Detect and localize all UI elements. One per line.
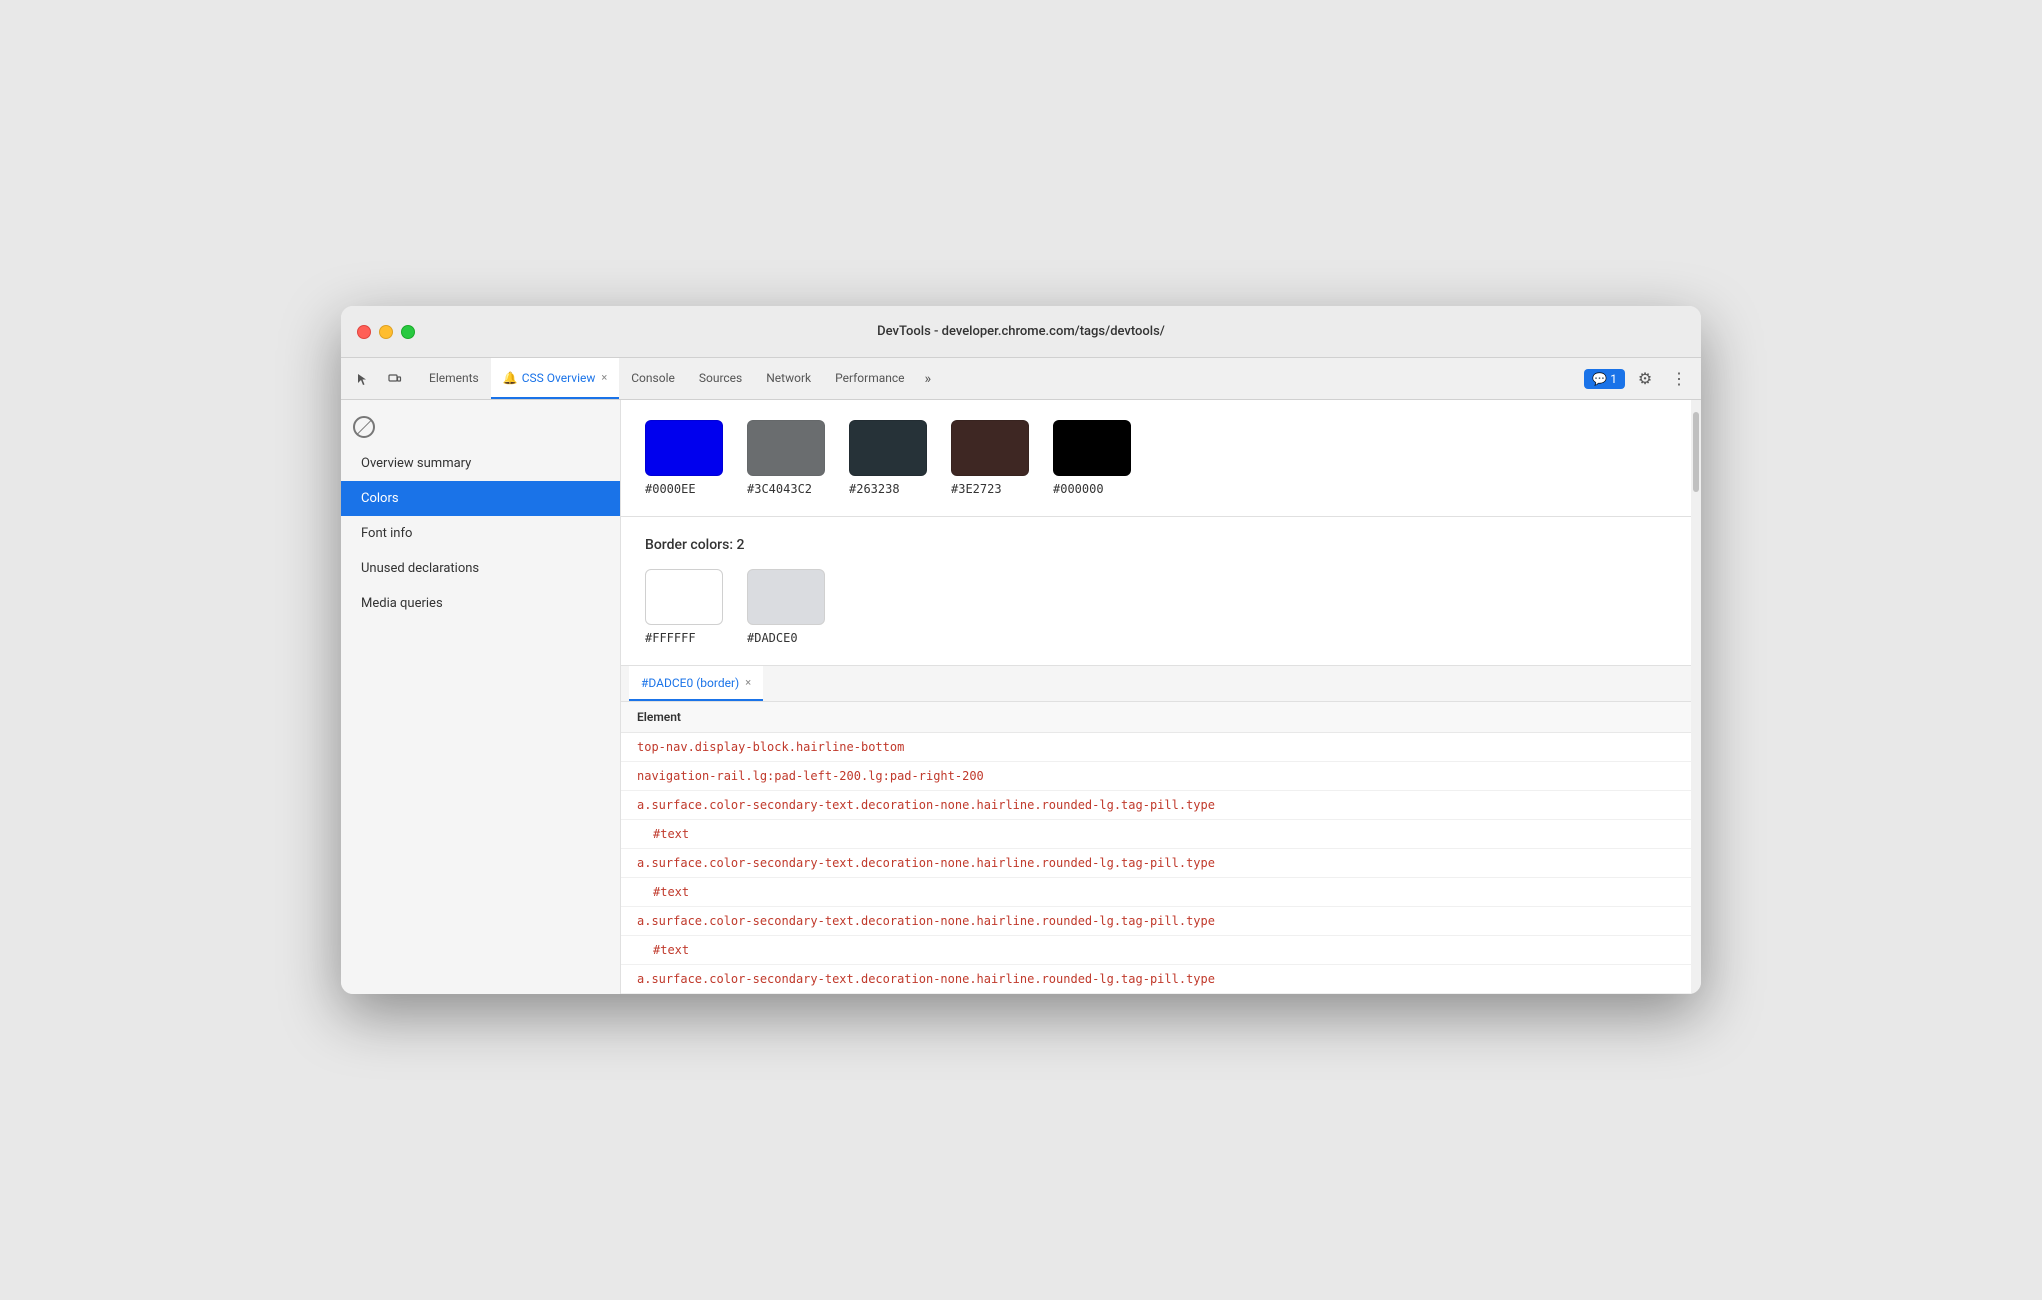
color-swatch-1: #3C4043C2: [747, 420, 825, 496]
device-icon: [388, 372, 402, 386]
color-label-263238: #263238: [849, 482, 900, 496]
window-title: DevTools - developer.chrome.com/tags/dev…: [877, 324, 1165, 339]
scrollbar[interactable]: [1691, 400, 1701, 994]
more-tabs-button[interactable]: »: [917, 358, 940, 399]
sidebar-item-overview-summary[interactable]: Overview summary: [341, 446, 620, 481]
tab-console[interactable]: Console: [619, 358, 687, 399]
tab-close-css-overview[interactable]: ×: [601, 371, 607, 384]
device-toolbar-button[interactable]: [381, 365, 409, 393]
scrollbar-thumb[interactable]: [1693, 412, 1699, 492]
color-label-000000: #000000: [1053, 482, 1104, 496]
color-swatch-4: #000000: [1053, 420, 1131, 496]
color-box-3C4043C2[interactable]: [747, 420, 825, 476]
color-box-3E2723[interactable]: [951, 420, 1029, 476]
color-swatch-3: #3E2723: [951, 420, 1029, 496]
tab-performance[interactable]: Performance: [823, 358, 916, 399]
content-wrapper: #0000EE #3C4043C2 #263238 #3E2723: [621, 400, 1701, 994]
sidebar-item-media-queries[interactable]: Media queries: [341, 586, 620, 621]
color-label-0000EE: #0000EE: [645, 482, 696, 496]
cursor-icon: [356, 372, 370, 386]
color-box-0000EE[interactable]: [645, 420, 723, 476]
sidebar: Overview summary Colors Font info Unused…: [341, 400, 621, 994]
traffic-lights: [357, 325, 415, 339]
element-table: Element top-nav.display-block.hairline-b…: [621, 702, 1691, 994]
main-content: Overview summary Colors Font info Unused…: [341, 400, 1701, 994]
element-row-0[interactable]: top-nav.display-block.hairline-bottom: [621, 733, 1691, 762]
tab-elements[interactable]: Elements: [417, 358, 491, 399]
maximize-button[interactable]: [401, 325, 415, 339]
border-colors-section: Border colors: 2 #FFFFFF #DADCE0: [621, 517, 1691, 666]
element-row-5[interactable]: #text: [621, 878, 1691, 907]
cursor-icon-button[interactable]: [349, 365, 377, 393]
main-panel: #0000EE #3C4043C2 #263238 #3E2723: [621, 400, 1691, 994]
color-swatch-0: #0000EE: [645, 420, 723, 496]
border-box-FFFFFF[interactable]: [645, 569, 723, 625]
color-label-3C4043C2: #3C4043C2: [747, 482, 812, 496]
tab-network[interactable]: Network: [754, 358, 823, 399]
sidebar-item-unused-declarations[interactable]: Unused declarations: [341, 551, 620, 586]
minimize-button[interactable]: [379, 325, 393, 339]
element-panel: #DADCE0 (border) × Element top-nav.displ…: [621, 666, 1691, 994]
tab-css-overview[interactable]: 🔔 CSS Overview ×: [491, 358, 620, 399]
title-bar: DevTools - developer.chrome.com/tags/dev…: [341, 306, 1701, 358]
sidebar-item-font-info[interactable]: Font info: [341, 516, 620, 551]
devtools-window: DevTools - developer.chrome.com/tags/dev…: [341, 306, 1701, 994]
element-tab-label: #DADCE0 (border): [641, 676, 739, 690]
element-row-7[interactable]: #text: [621, 936, 1691, 965]
border-swatch-ffffff: #FFFFFF: [645, 569, 723, 645]
tab-icon: 🔔: [503, 371, 518, 385]
color-box-000000[interactable]: [1053, 420, 1131, 476]
element-row-6[interactable]: a.surface.color-secondary-text.decoratio…: [621, 907, 1691, 936]
element-tab-dadce0[interactable]: #DADCE0 (border) ×: [629, 666, 763, 701]
color-box-263238[interactable]: [849, 420, 927, 476]
element-row-3[interactable]: #text: [621, 820, 1691, 849]
element-row-2[interactable]: a.surface.color-secondary-text.decoratio…: [621, 791, 1691, 820]
border-swatch-dadce0: #DADCE0: [747, 569, 825, 645]
chat-badge[interactable]: 💬 1: [1584, 369, 1625, 389]
element-row-4[interactable]: a.surface.color-secondary-text.decoratio…: [621, 849, 1691, 878]
color-swatches-section: #0000EE #3C4043C2 #263238 #3E2723: [621, 400, 1691, 517]
element-table-header: Element: [621, 702, 1691, 733]
sidebar-top: [341, 408, 620, 446]
element-tab-close[interactable]: ×: [745, 676, 751, 689]
color-swatch-2: #263238: [849, 420, 927, 496]
sidebar-item-colors[interactable]: Colors: [341, 481, 620, 516]
no-entry-icon: [353, 416, 375, 438]
border-label-FFFFFF: #FFFFFF: [645, 631, 696, 645]
color-swatches-list: #0000EE #3C4043C2 #263238 #3E2723: [645, 420, 1667, 496]
border-swatches-list: #FFFFFF #DADCE0: [645, 569, 1667, 645]
more-options-button[interactable]: ⋮: [1665, 365, 1693, 393]
element-row-1[interactable]: navigation-rail.lg:pad-left-200.lg:pad-r…: [621, 762, 1691, 791]
tabs-container: Elements 🔔 CSS Overview × Console Source…: [417, 358, 1584, 399]
tab-sources[interactable]: Sources: [687, 358, 754, 399]
border-colors-title: Border colors: 2: [645, 537, 1667, 553]
element-row-8[interactable]: a.surface.color-secondary-text.decoratio…: [621, 965, 1691, 994]
more-options-icon: ⋮: [1671, 369, 1687, 389]
close-button[interactable]: [357, 325, 371, 339]
tab-bar-left-controls: [349, 365, 409, 393]
element-tabs: #DADCE0 (border) ×: [621, 666, 1691, 702]
tab-bar: Elements 🔔 CSS Overview × Console Source…: [341, 358, 1701, 400]
tab-bar-right-controls: 💬 1 ⚙ ⋮: [1584, 365, 1693, 393]
settings-icon: ⚙: [1638, 369, 1652, 389]
settings-button[interactable]: ⚙: [1631, 365, 1659, 393]
color-label-3E2723: #3E2723: [951, 482, 1002, 496]
border-label-DADCE0: #DADCE0: [747, 631, 798, 645]
border-box-DADCE0[interactable]: [747, 569, 825, 625]
